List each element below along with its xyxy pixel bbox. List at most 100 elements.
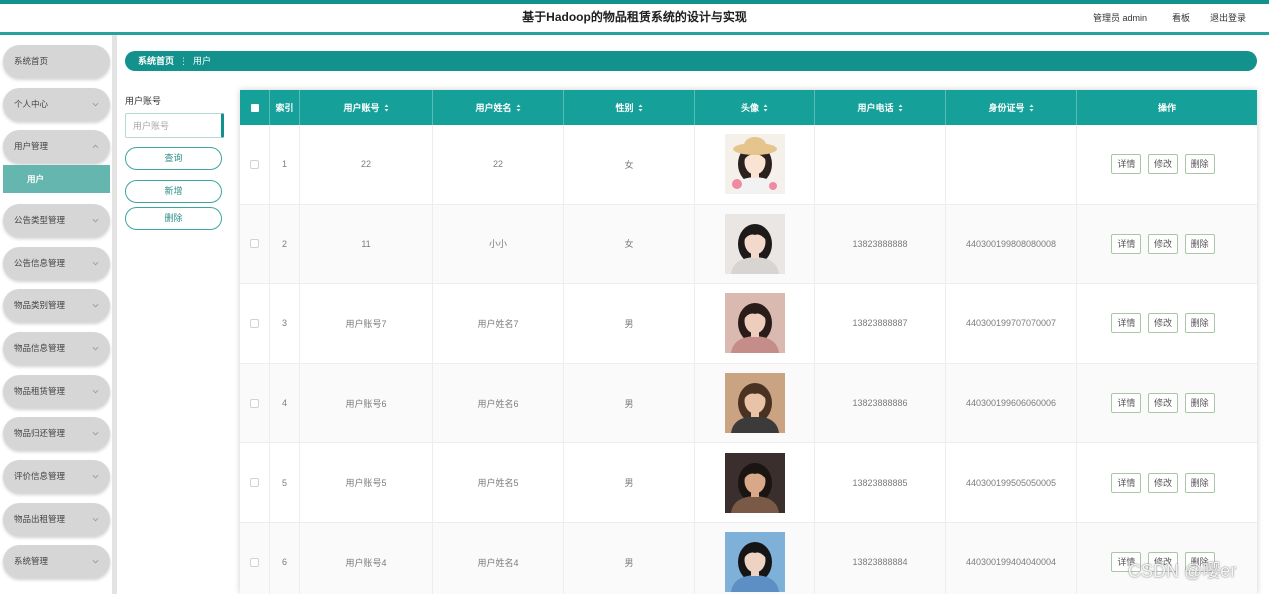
cell-index-text: 5 — [281, 477, 287, 488]
cell-phone-text: 13823888885 — [852, 477, 908, 488]
batch-delete-button[interactable]: 删除 — [125, 207, 222, 230]
cell-account-text: 11 — [361, 238, 371, 249]
sidebar-item-item-lease-out-management[interactable]: 物品出租管理 — [3, 502, 110, 536]
sidebar-item-label: 物品租赁管理 — [14, 385, 66, 396]
edit-button[interactable]: 修改 — [1148, 154, 1178, 175]
cell-id-number — [946, 125, 1077, 205]
detail-button[interactable]: 详情 — [1111, 313, 1142, 334]
sort-icon[interactable] — [1029, 103, 1034, 112]
cell-name-text: 22 — [492, 159, 503, 170]
delete-row-button[interactable]: 删除 — [1184, 154, 1215, 175]
sort-icon[interactable] — [898, 103, 903, 112]
sidebar-item-system-management[interactable]: 系统管理 — [3, 545, 110, 579]
table-row: 2 11 小小 女 13823888888 440300199808080008 详情 修改删… — [240, 204, 1257, 285]
row-checkbox[interactable] — [250, 398, 259, 408]
edit-button[interactable]: 修改 — [1148, 233, 1178, 254]
cell-name: 用户姓名6 — [433, 363, 564, 444]
detail-button[interactable]: 详情 — [1111, 472, 1142, 493]
row-checkbox[interactable] — [250, 159, 259, 169]
sidebar-subitem-users[interactable]: 用户 — [3, 165, 110, 194]
sidebar-item-notice-type-management[interactable]: 公告类型管理 — [3, 203, 110, 237]
sidebar-item-personal-center[interactable]: 个人中心 — [3, 87, 110, 121]
sidebar-item-label: 评价信息管理 — [14, 471, 66, 482]
sort-icon[interactable] — [763, 103, 768, 112]
sort-icon[interactable] — [384, 103, 389, 112]
cell-avatar — [695, 443, 815, 523]
column-header-id-number[interactable]: 身份证号 — [946, 90, 1077, 125]
sidebar-item-notice-info-management[interactable]: 公告信息管理 — [3, 246, 110, 280]
cell-actions: 详情 修改 删除 — [1077, 443, 1257, 523]
column-header-label: 性别 — [615, 103, 634, 113]
cell-index: 5 — [270, 443, 300, 523]
cell-index: 3 — [270, 284, 300, 364]
chevron-down-icon — [92, 517, 99, 522]
sidebar-item-user-management[interactable]: 用户管理 — [3, 130, 110, 164]
column-header-label: 头像 — [740, 103, 759, 113]
sidebar-menu: 系统首页 个人中心 用户管理 用户 公告类型管理 公告信息管理 物品类别管理 物… — [0, 35, 112, 594]
sidebar-item-label: 用户管理 — [14, 141, 49, 152]
cell-index: 1 — [270, 125, 300, 205]
sidebar-item-review-info-management[interactable]: 评价信息管理 — [3, 460, 110, 494]
table-header-row: 索引 用户账号 用户姓名 性别 头像 用户电话 身份证号 操作 — [240, 90, 1257, 125]
sort-icon[interactable] — [638, 103, 643, 112]
query-button[interactable]: 查询 — [125, 147, 222, 170]
column-header-phone[interactable]: 用户电话 — [815, 90, 946, 125]
edit-button[interactable]: 修改 — [1148, 393, 1178, 414]
sidebar-item-item-return-management[interactable]: 物品归还管理 — [3, 417, 110, 451]
logout-link[interactable]: 退出登录 — [1210, 12, 1246, 24]
chevron-down-icon — [92, 346, 99, 351]
sort-icon[interactable] — [516, 103, 521, 112]
select-all-checkbox[interactable] — [250, 103, 259, 112]
row-checkbox[interactable] — [250, 557, 259, 567]
cell-gender: 男 — [564, 284, 695, 364]
cell-select — [240, 522, 270, 594]
row-checkbox[interactable] — [250, 239, 259, 249]
column-header-avatar[interactable]: 头像 — [695, 90, 815, 125]
cell-account: 用户账号5 — [300, 443, 433, 523]
table-row: 1 22 22 女 详情 修改 删除 — [240, 125, 1257, 205]
watermark-text: CSDN @嘤er — [1128, 561, 1237, 581]
column-header-gender[interactable]: 性别 — [564, 90, 695, 125]
column-header-label: 用户电话 — [857, 103, 894, 113]
search-account-input[interactable] — [125, 113, 224, 138]
sidebar-item-item-rental-management[interactable]: 物品租赁管理 — [3, 374, 110, 408]
column-header-name[interactable]: 用户姓名 — [433, 90, 564, 125]
breadcrumb-home-link[interactable]: 系统首页 — [138, 56, 174, 66]
column-header-account[interactable]: 用户账号 — [300, 90, 433, 125]
sidebar-item-item-category-management[interactable]: 物品类别管理 — [3, 289, 110, 323]
cell-index: 4 — [270, 363, 300, 444]
chevron-down-icon — [92, 474, 99, 479]
sidebar-scrollbar[interactable] — [112, 35, 117, 594]
cell-index: 6 — [270, 522, 300, 594]
cell-select — [240, 204, 270, 285]
current-user-label: 管理员 admin — [1093, 13, 1148, 23]
app-title: 基于Hadoop的物品租赁系统的设计与实现 — [522, 10, 747, 24]
detail-button[interactable]: 详情 — [1111, 233, 1142, 254]
cell-name-text: 小小 — [488, 239, 507, 250]
user-avatar-image — [724, 373, 785, 434]
sidebar-item-item-info-management[interactable]: 物品信息管理 — [3, 332, 110, 366]
delete-row-button[interactable]: 删除 — [1184, 233, 1215, 254]
detail-button[interactable]: 详情 — [1111, 154, 1142, 175]
delete-row-button[interactable]: 删除 — [1184, 393, 1215, 414]
cell-name: 22 — [433, 125, 564, 205]
cell-gender: 男 — [564, 443, 695, 523]
row-checkbox[interactable] — [250, 318, 259, 328]
sidebar-item-label: 公告类型管理 — [14, 214, 66, 225]
edit-button[interactable]: 修改 — [1148, 472, 1178, 493]
cell-index-text: 1 — [281, 159, 287, 170]
cell-gender: 男 — [564, 522, 695, 594]
cell-id-number-text: 440300199505050005 — [965, 477, 1057, 488]
sidebar-item-label: 物品类别管理 — [14, 300, 66, 311]
cell-account: 用户账号6 — [300, 363, 433, 444]
delete-row-button[interactable]: 删除 — [1184, 472, 1215, 493]
edit-button[interactable]: 修改 — [1148, 313, 1178, 334]
add-button[interactable]: 新增 — [125, 180, 222, 203]
delete-row-button[interactable]: 删除 — [1184, 313, 1215, 334]
cell-gender-text: 女 — [624, 159, 634, 170]
dashboard-link[interactable]: 看板 — [1172, 12, 1190, 24]
detail-button[interactable]: 详情 — [1111, 393, 1142, 414]
cell-account-text: 用户账号7 — [345, 318, 387, 329]
row-checkbox[interactable] — [250, 478, 259, 488]
sidebar-item-home[interactable]: 系统首页 — [3, 45, 110, 78]
